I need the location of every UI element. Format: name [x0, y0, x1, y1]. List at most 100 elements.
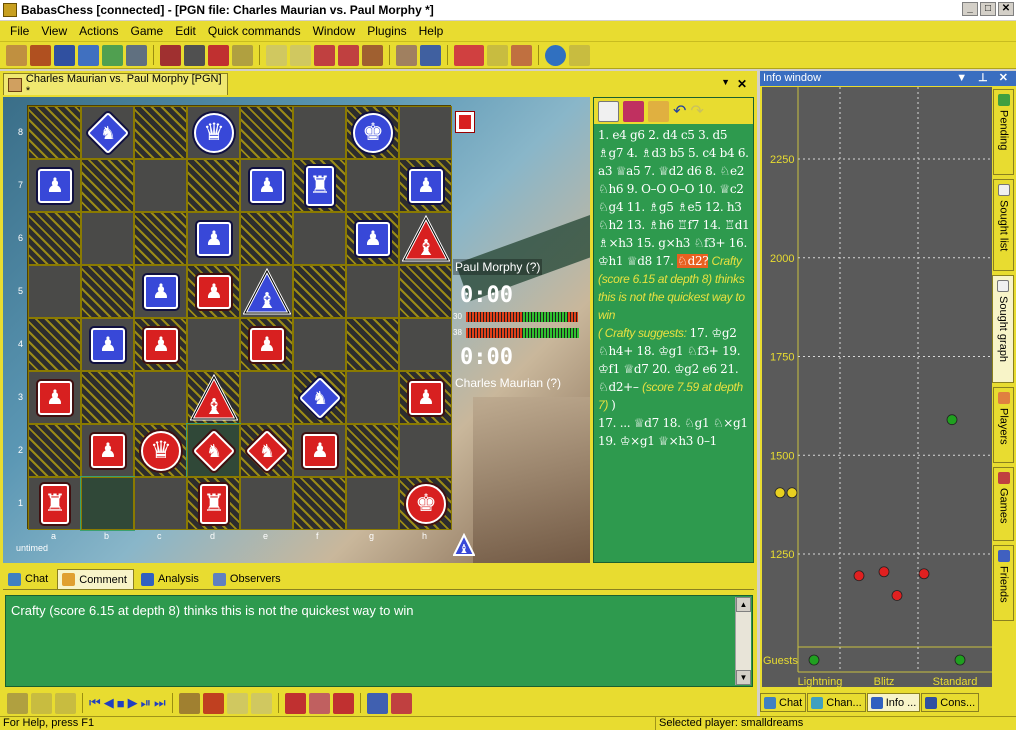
square-g5[interactable] [346, 265, 399, 318]
prev-move-icon[interactable]: ◀ [104, 695, 114, 711]
unexamine-icon[interactable] [208, 44, 229, 66]
connect-icon[interactable] [6, 44, 27, 66]
black-piece-d1[interactable]: ♜ [200, 484, 228, 524]
square-d2[interactable]: ♞ [186, 423, 241, 478]
square-e7[interactable]: ♟ [240, 159, 293, 212]
stop-icon[interactable]: ■ [117, 696, 125, 711]
menu-actions[interactable]: Actions [73, 24, 124, 38]
square-h1[interactable]: ♚ [399, 477, 452, 530]
annotate-icon[interactable] [648, 100, 669, 122]
resign-icon[interactable] [290, 44, 311, 66]
first-move-icon[interactable]: ⏮ [89, 695, 101, 711]
scroll-down-icon[interactable]: ▼ [736, 670, 751, 685]
engine-icon[interactable] [454, 44, 484, 66]
square-b6[interactable] [81, 212, 134, 265]
layout-icon[interactable] [420, 44, 441, 66]
sought-point-5[interactable] [918, 568, 930, 580]
seek-icon[interactable] [314, 44, 335, 66]
square-b5[interactable] [81, 265, 134, 318]
square-f3[interactable]: ♞ [293, 371, 346, 424]
square-g7[interactable] [346, 159, 399, 212]
globe-icon[interactable] [545, 44, 566, 66]
lock-icon[interactable] [31, 692, 52, 714]
square-g1[interactable] [346, 477, 399, 530]
comment-editor[interactable]: Crafty (score 6.15 at depth 8) thinks th… [5, 595, 753, 687]
black-piece-a3[interactable]: ♟ [38, 381, 72, 415]
square-a5[interactable] [28, 265, 81, 318]
side-tab-sought-graph[interactable]: Sought graph [992, 275, 1014, 383]
square-c6[interactable] [134, 212, 187, 265]
black-piece-a1[interactable]: ♜ [41, 484, 69, 524]
square-c7[interactable] [134, 159, 187, 212]
side-tab-sought-list[interactable]: Sought list [993, 179, 1014, 271]
white-piece-d6[interactable]: ♟ [197, 222, 231, 256]
history-icon[interactable] [126, 44, 147, 66]
match-icon[interactable] [338, 44, 359, 66]
black-piece-f2[interactable]: ♟ [303, 434, 337, 468]
rtab-info[interactable]: Info ... [866, 693, 921, 712]
square-f1[interactable] [293, 477, 346, 530]
square-g4[interactable] [346, 318, 399, 371]
square-c1[interactable] [134, 477, 187, 530]
white-piece-d8[interactable]: ♛ [194, 113, 234, 153]
black-piece-d2[interactable]: ♞ [192, 429, 236, 473]
square-a6[interactable] [28, 212, 81, 265]
tab-chat[interactable]: Chat [3, 569, 56, 589]
menu-view[interactable]: View [35, 24, 73, 38]
rtab-chat[interactable]: Chat [760, 693, 807, 712]
square-f4[interactable] [293, 318, 346, 371]
square-e8[interactable] [240, 106, 293, 159]
square-a7[interactable]: ♟ [28, 159, 81, 212]
square-a4[interactable] [28, 318, 81, 371]
white-piece-c5[interactable]: ♟ [144, 275, 178, 309]
flip-icon[interactable] [178, 692, 200, 714]
scroll-up-icon[interactable]: ▲ [736, 597, 751, 612]
sought-graph-svg[interactable]: 2250 2000 1750 1500 1250 GuestsLightning Blitz… [762, 87, 992, 687]
black-piece-e4[interactable]: ♟ [250, 328, 284, 362]
doc-close-icon[interactable]: ✕ [737, 77, 747, 91]
white-piece-h7[interactable]: ♟ [409, 169, 443, 203]
square-a3[interactable]: ♟ [28, 371, 81, 424]
black-piece-h6[interactable]: ♝ [402, 215, 450, 263]
square-f6[interactable] [293, 212, 346, 265]
black-piece-h1[interactable]: ♚ [406, 484, 446, 524]
play-icon[interactable]: ⏯ [141, 695, 151, 711]
print-icon[interactable] [390, 692, 412, 714]
minimize-button[interactable]: _ [962, 2, 978, 16]
menu-plugins[interactable]: Plugins [361, 24, 412, 38]
pen-icon[interactable] [250, 692, 272, 714]
sought-point-1[interactable] [786, 487, 798, 499]
menu-game[interactable]: Game [125, 24, 170, 38]
square-b4[interactable]: ♟ [81, 318, 134, 371]
square-b8[interactable]: ♞ [81, 106, 134, 159]
square-h8[interactable] [399, 106, 452, 159]
square-c2[interactable]: ♛ [134, 424, 187, 477]
sought-point-3[interactable] [878, 566, 890, 578]
menu-file[interactable]: File [4, 24, 35, 38]
white-piece-g8[interactable]: ♚ [353, 113, 393, 153]
table-icon[interactable] [598, 100, 619, 122]
board-icon[interactable] [160, 44, 181, 66]
square-h2[interactable] [399, 424, 452, 477]
menu-edit[interactable]: Edit [169, 24, 202, 38]
black-piece-b2[interactable]: ♟ [91, 434, 125, 468]
friends-icon[interactable] [511, 44, 532, 66]
disconnect-icon[interactable] [30, 44, 51, 66]
square-f2[interactable]: ♟ [293, 424, 346, 477]
white-piece-a7[interactable]: ♟ [38, 169, 72, 203]
engine-start-icon[interactable] [284, 692, 306, 714]
square-d7[interactable] [187, 159, 240, 212]
start-icon[interactable] [7, 692, 28, 714]
square-d6[interactable]: ♟ [187, 212, 240, 265]
side-tab-friends[interactable]: Friends [993, 545, 1014, 621]
chess-board[interactable]: ♞ ♛ ♚ ♟ ♟ ♜ ♟ ♟ ♟ ♝ ♟ ♟ ♝ ♟ ♟ ♟ ♟ ♝ ♞ ♟ ♟ ♛ ♞ ♞ ♟ ♜ ♜ ♚ [27, 105, 452, 531]
doc-dropdown-icon[interactable]: ▼ [721, 77, 730, 87]
square-e3[interactable] [240, 371, 293, 424]
square-g6[interactable]: ♟ [346, 212, 399, 265]
redo-icon[interactable]: ↷ [690, 101, 703, 121]
board-theme-icon[interactable] [332, 692, 354, 714]
white-piece-b8[interactable]: ♞ [86, 111, 130, 155]
pgn-current-move[interactable]: ♘d2? [677, 254, 709, 268]
undo-icon[interactable]: ↶ [673, 101, 686, 121]
sought-graph[interactable]: 2250 2000 1750 1500 1250 Guests Lightning Blitz… [762, 87, 992, 687]
